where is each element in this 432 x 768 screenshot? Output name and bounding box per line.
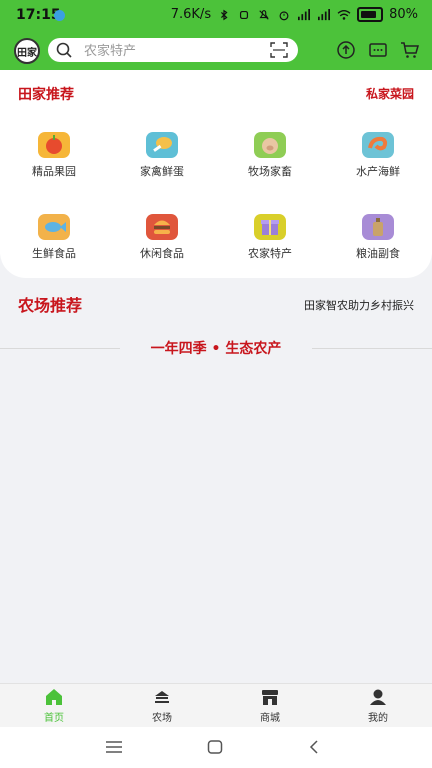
signal-icon (298, 8, 311, 20)
cart-icon[interactable] (400, 40, 420, 60)
vibrate-icon (240, 10, 249, 19)
tab-farm[interactable]: 农场 (108, 688, 216, 724)
category-item[interactable]: 家禽鲜蛋 (108, 132, 216, 179)
burger-icon (146, 214, 178, 240)
fish-icon (38, 214, 70, 240)
chicken-leg-icon (146, 132, 178, 158)
tab-label: 农场 (152, 713, 172, 724)
pig-icon (254, 132, 286, 158)
category-item[interactable]: 水产海鲜 (324, 132, 432, 179)
private-garden-link[interactable]: 私家菜园 (366, 85, 414, 102)
search-input[interactable] (82, 41, 256, 61)
upload-icon[interactable] (336, 40, 356, 60)
category-label: 粮油副食 (356, 247, 400, 260)
farm-subtitle: 田家智农助力乡村振兴 (304, 299, 414, 312)
wifi-icon (337, 9, 351, 20)
status-bar: 17:15 7.6K/s 80% (0, 0, 432, 32)
oil-bottle-icon (362, 214, 394, 240)
bluetooth-icon (221, 9, 228, 20)
search-icon (56, 42, 72, 58)
store-icon (262, 690, 278, 705)
back-icon[interactable] (308, 739, 320, 755)
tab-label: 我的 (368, 713, 388, 724)
category-item[interactable]: 生鲜食品 (0, 214, 108, 261)
category-item[interactable]: 精品果园 (0, 132, 108, 179)
tab-home[interactable]: 首页 (0, 688, 108, 724)
category-label: 生鲜食品 (32, 247, 76, 260)
battery-percent: 80% (389, 7, 418, 22)
home-icon (46, 689, 62, 705)
network-speed: 7.6K/s (170, 7, 212, 22)
mute-icon (259, 9, 269, 20)
section-title-recommend: 田家推荐 (18, 87, 74, 103)
tab-label: 商城 (260, 713, 280, 724)
tab-profile[interactable]: 我的 (324, 688, 432, 724)
header-actions (336, 40, 420, 60)
search-bar[interactable] (48, 38, 298, 62)
category-label: 牧场家畜 (248, 165, 292, 178)
menu-icon[interactable] (105, 739, 123, 755)
slogan: 一年四季 • 生态农产 (120, 338, 312, 360)
category-item[interactable]: 休闲食品 (108, 214, 216, 261)
app-logo[interactable]: 田家 (14, 38, 40, 64)
status-right: 7.6K/s 80% (171, 7, 418, 22)
tab-label: 首页 (44, 713, 64, 724)
bottom-tab-bar: 首页 农场 商城 我的 (0, 683, 432, 728)
category-item[interactable]: 粮油副食 (324, 214, 432, 261)
category-item[interactable]: 牧场家畜 (216, 132, 324, 179)
battery-icon (357, 7, 384, 22)
profile-icon (370, 689, 386, 705)
tab-store[interactable]: 商城 (216, 688, 324, 724)
category-item[interactable]: 农家特产 (216, 214, 324, 261)
category-label: 家禽鲜蛋 (140, 165, 184, 178)
farm-icon (155, 691, 169, 703)
telegram-icon (54, 10, 65, 21)
category-label: 休闲食品 (140, 247, 184, 260)
system-nav-bar (0, 727, 432, 768)
category-label: 农家特产 (248, 247, 292, 260)
apple-icon (38, 132, 70, 158)
home-button-icon[interactable] (207, 739, 223, 755)
alarm-icon (279, 10, 289, 20)
app-header: 田家 (0, 32, 432, 70)
signal-2-icon (318, 8, 331, 20)
section-title-farm: 农场推荐 (18, 296, 83, 315)
category-label: 水产海鲜 (356, 165, 400, 178)
recommend-card: 田家推荐 私家菜园 精品果园 家禽鲜蛋 牧场家畜 水产海鲜 生鲜食品 休闲食品 … (0, 70, 432, 278)
scan-icon[interactable] (270, 42, 288, 58)
message-icon[interactable] (368, 40, 388, 60)
shrimp-icon (362, 132, 394, 158)
gift-box-icon (254, 214, 286, 240)
category-label: 精品果园 (32, 165, 76, 178)
